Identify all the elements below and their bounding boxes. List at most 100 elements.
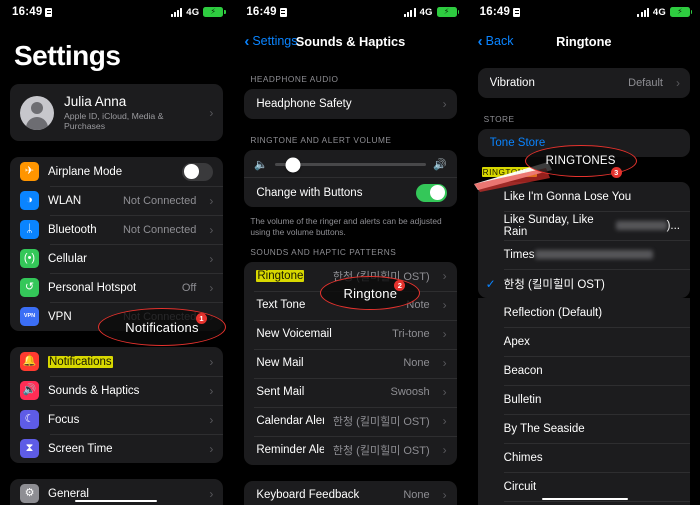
sidebar-item-sounds-haptics[interactable]: 🔊 Sounds & Haptics › [10, 376, 224, 405]
notifications-bell-icon: 🔔 [20, 352, 39, 371]
annotation-1-badge: 1 [196, 313, 207, 324]
lock-icon [279, 7, 287, 17]
annotation-1-ellipse: Notifications [98, 308, 226, 346]
row-label: Focus [48, 413, 80, 426]
sidebar-item-personal-hotspot[interactable]: ↺ Personal Hotspot Off › [10, 273, 224, 302]
chevron-right-icon: › [209, 354, 214, 369]
sidebar-item-bluetooth[interactable]: ᛦ Bluetooth Not Connected › [10, 215, 224, 244]
ringtone-option[interactable]: ✓ 한청 (킬미힐미 OST) [478, 269, 690, 298]
chevron-right-icon: › [442, 385, 447, 400]
speaker-low-icon: 🔈 [254, 159, 269, 171]
ringtone-label: Circuit [503, 480, 537, 493]
row-headphone-safety[interactable]: Headphone Safety › [244, 89, 456, 119]
volume-thumb[interactable] [285, 157, 301, 172]
nav-bar-2: ‹ Settings Sounds & Haptics [234, 24, 466, 58]
account-row[interactable]: Julia Anna Apple ID, iCloud, Media & Pur… [10, 84, 223, 141]
row-calendar-alerts[interactable]: Calendar Alerts 한청 (킬미힐미 OST) › [244, 406, 457, 436]
row-label: Notifications [48, 355, 196, 368]
account-group: Julia Anna Apple ID, iCloud, Media & Pur… [10, 84, 224, 141]
chevron-right-icon: › [442, 443, 447, 458]
ringtone-label-suffix: )... [666, 219, 680, 232]
ringtone-label: 한청 (킬미힐미 OST) [503, 278, 605, 291]
row-keyboard-feedback[interactable]: Keyboard Feedback None › [244, 481, 456, 505]
back-label: Back [485, 34, 514, 48]
status-time: 16:49 [479, 6, 511, 18]
volume-slider-row[interactable]: 🔈 🔊 [244, 150, 456, 177]
status-bar-3: 16:49 4G ⚡ [468, 0, 700, 24]
row-label: Screen Time [48, 442, 113, 455]
ringtone-option[interactable]: Times [478, 240, 690, 269]
connectivity-group: ✈ Airplane Mode ◑ WLAN Not Connected › ᛦ Blueto… [10, 157, 224, 331]
ringtone-option[interactable]: Like Sunday, Like Rain )... [478, 211, 690, 240]
chevron-right-icon: › [442, 414, 447, 429]
row-vibration[interactable]: Vibration Default › [478, 68, 690, 98]
sidebar-item-focus[interactable]: ☾ Focus › [10, 405, 224, 434]
sidebar-item-screen-time[interactable]: ⧗ Screen Time › [10, 434, 224, 463]
keyboard-group: Keyboard FeedbackNone›Lock Sound [244, 480, 457, 505]
row-value: Not Connected [122, 223, 197, 236]
sidebar-item-airplane-mode[interactable]: ✈ Airplane Mode [10, 157, 223, 186]
lock-icon [513, 7, 521, 17]
ringtone-option[interactable]: By The Seaside [478, 414, 690, 443]
ringtone-label: Bulletin [503, 393, 542, 406]
sidebar-item-cellular[interactable]: (•) Cellular › [10, 244, 224, 273]
ringtone-label: Apex [503, 335, 530, 348]
volume-group: 🔈 🔊 Change with Buttons [244, 150, 457, 207]
row-label: WLAN [48, 194, 82, 207]
network-type-label: 4G [186, 6, 200, 18]
ringtone-option[interactable]: Chimes [478, 443, 690, 472]
phone-screen-settings: 16:49 4G ⚡ Settings Julia Anna Apple ID,… [0, 0, 234, 505]
ringtone-label: Chimes [503, 451, 543, 464]
ringtone-option[interactable]: Reflection (Default) [478, 298, 690, 327]
three-phone-screenshots: 16:49 4G ⚡ Settings Julia Anna Apple ID,… [0, 0, 700, 505]
chevron-right-icon: › [209, 251, 214, 266]
airplane-mode-toggle[interactable] [182, 162, 214, 181]
sidebar-item-wlan[interactable]: ◑ WLAN Not Connected › [10, 186, 224, 215]
ringtone-label: Times [503, 248, 535, 261]
ringtone-option[interactable]: Circuit [478, 472, 690, 501]
chevron-right-icon: › [442, 356, 447, 371]
row-sent-mail[interactable]: Sent Mail Swoosh › [244, 377, 457, 407]
ringtone-option[interactable]: Apex [478, 327, 690, 356]
change-with-buttons-toggle[interactable] [415, 183, 447, 202]
section-header-store: STORE [483, 114, 515, 124]
system-ringtones-group: Reflection (Default) Apex Beacon Bulletin By… [477, 298, 690, 505]
status-time: 16:49 [246, 6, 277, 18]
ringtone-label: By The Seaside [503, 422, 585, 435]
chevron-right-icon: › [209, 383, 214, 398]
row-new-voicemail[interactable]: New Voicemail Tri-tone › [244, 319, 457, 349]
account-name: Julia Anna [64, 94, 127, 109]
airplane-icon: ✈ [20, 162, 39, 181]
ringtone-option[interactable]: Beacon [478, 356, 690, 385]
row-value: Default [628, 77, 663, 89]
annotation-2-text: Ringtone [343, 285, 398, 301]
row-label: New Voicemail [256, 328, 332, 341]
row-value: 한청 (킬미힐미 OST) [332, 445, 430, 458]
sidebar-item-notifications[interactable]: 🔔 Notifications › [10, 347, 223, 376]
row-label: General [48, 487, 89, 500]
row-value: Not Connected [122, 194, 197, 207]
page-title: Settings [14, 40, 121, 71]
network-type-label: 4G [419, 6, 433, 18]
back-button[interactable]: ‹ Back [478, 34, 514, 49]
row-label: Cellular [48, 252, 87, 265]
status-time: 16:49 [12, 6, 43, 18]
status-bar-1: 16:49 4G ⚡ [0, 0, 233, 24]
volume-track[interactable] [275, 157, 426, 172]
row-change-with-buttons[interactable]: Change with Buttons [244, 177, 457, 207]
lock-icon [45, 7, 53, 17]
chevron-right-icon: › [209, 486, 214, 501]
row-label: Sounds & Haptics [48, 384, 140, 397]
back-button-settings[interactable]: ‹ Settings [244, 34, 297, 49]
row-label: Sent Mail [256, 386, 305, 399]
network-type-label: 4G [652, 6, 666, 18]
chevron-left-icon: ‹ [244, 32, 250, 50]
ringtone-option[interactable]: Bulletin [478, 385, 690, 414]
chevron-right-icon: › [442, 298, 447, 313]
row-reminder-alerts[interactable]: Reminder Alerts 한청 (킬미힐미 OST) › [244, 435, 457, 465]
bluetooth-icon: ᛦ [20, 220, 39, 239]
ringtone-option[interactable]: Constellation [478, 501, 690, 505]
account-subtitle: Apple ID, iCloud, Media & Purchases [64, 111, 164, 131]
row-new-mail[interactable]: New Mail None › [244, 348, 457, 378]
status-bar-2: 16:49 4G ⚡ [234, 0, 466, 24]
